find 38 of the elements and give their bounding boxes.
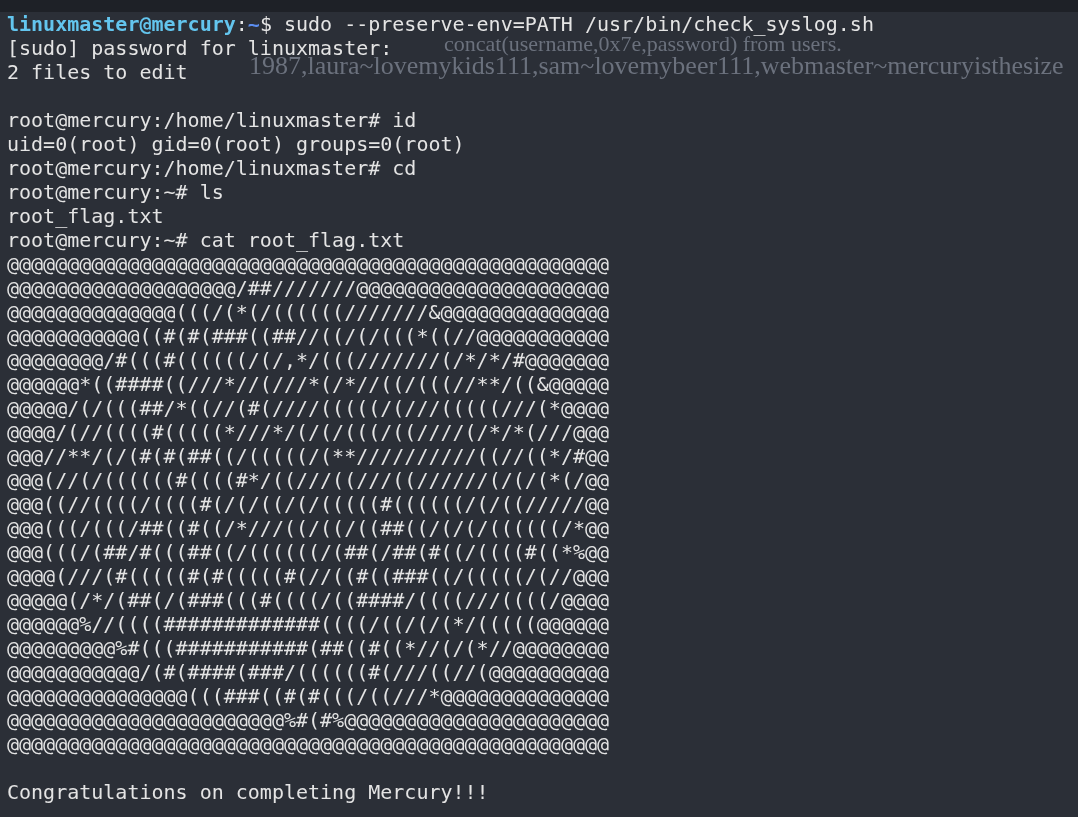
terminal-output-line: @@@@@@@@@@@@@@@@@@@/##///////@@@@@@@@@@@@@@@@@@@@@ xyxy=(7,276,610,300)
terminal-output-line: @@@@@/(/(((##/*((//(#(////(((((/(///(((((///(*@@@@ xyxy=(7,396,610,420)
terminal-output-line: @@@@(///(#(((((#(#(((((#(//((#((###((/(((((/(//@@@ xyxy=(7,564,610,588)
command-text: sudo --preserve-env=PATH /usr/bin/check_syslog.sh xyxy=(283,12,874,36)
terminal-output-line: @@@@@@@@/#(((#((((((/(/,*/(((///////(/*/*/#@@@@@@@ xyxy=(7,348,610,372)
prompt-user-host: linuxmaster@mercury xyxy=(7,12,236,36)
root-prompt: root@mercury:~# xyxy=(7,180,188,204)
terminal-output-line: @@@@/(//((((#(((((*///*/(/(/(((/((////(/*/*(///@@@ xyxy=(7,420,610,444)
root-prompt: root@mercury:~# xyxy=(7,228,188,252)
prompt-symbol: $ xyxy=(259,12,272,36)
prompt-separator: : xyxy=(235,12,248,36)
terminal-output-line: @@@@@@@@@@@@@@(((/(*(/((((((///////&@@@@@@@@@@@@@@ xyxy=(7,300,610,324)
terminal-output-line: @@@//**/(/(#(#(##((/(((((/(**//////////((//((*/#@@ xyxy=(7,444,610,468)
terminal-output-line: @@@@@@@@@@@/(#(####(###/((((((#(///((//(@@@@@@@@@@ xyxy=(7,660,610,684)
terminal-output-line: 2 files to edit xyxy=(7,60,188,84)
terminal-output-line: @@@@@@%//((((#############((((/((/(/(*/(((((@@@@@@ xyxy=(7,612,610,636)
terminal-output-line: @@@@@@@@@@@@@@@@@@@@@@@@@@@@@@@@@@@@@@@@@@@@@@@@@@ xyxy=(7,732,610,756)
terminal-output-line: @@@((//((((/((((#(/(/((/(/(((((#((((((/(/((/////@@ xyxy=(7,492,610,516)
command-text: cd xyxy=(392,156,417,180)
terminal-output-line: @@@(//(/((((((#((((#*/((///((///((//////(/(/(*(/@@ xyxy=(7,468,610,492)
command-text: ls xyxy=(199,180,224,204)
command-text: id xyxy=(392,108,417,132)
terminal-output-line: @@@@@@@@@@@@@@@(((###((#(#(((/((///*@@@@@@@@@@@@@@ xyxy=(7,684,610,708)
prompt-path: ~ xyxy=(247,12,260,36)
root-prompt: root@mercury:/home/linuxmaster# xyxy=(7,156,381,180)
terminal-output-line: @@@@@@@@@@@@@@@@@@@@@@@@@@@@@@@@@@@@@@@@@@@@@@@@@@ xyxy=(7,252,610,276)
terminal-output-line: @@@(((/(((/##((#((/*///((/((/((##((/(/(/((((((/*@@ xyxy=(7,516,610,540)
terminal-output-line: @@@@@@@@@@@((#(#(###((##//((/(/(((*((//@@@@@@@@@@@ xyxy=(7,324,610,348)
terminal-output-line: @@@@@@@@@%#(((###########(##((#((*//(/(*//@@@@@@@@ xyxy=(7,636,610,660)
command-text: cat root_flag.txt xyxy=(199,228,405,252)
terminal-output-line: uid=0(root) gid=0(root) groups=0(root) xyxy=(7,132,465,156)
terminal-output-line: root_flag.txt xyxy=(7,204,164,228)
terminal-output-line: Congratulations on completing Mercury!!! xyxy=(7,780,489,804)
terminal-output-line: @@@@@(/*/(##(/(###(((#((((/((####/((((///((((/@@@@ xyxy=(7,588,610,612)
terminal-output-line: @@@@@@*((####((///*//(///*(/*//((/(((//**/((&@@@@@ xyxy=(7,372,610,396)
root-prompt: root@mercury:/home/linuxmaster# xyxy=(7,108,381,132)
terminal-output-line: @@@@@@@@@@@@@@@@@@@@@@@%#(#%@@@@@@@@@@@@@@@@@@@@@@ xyxy=(7,708,610,732)
terminal-output-line: @@@(((/(##/#(((##((/((((((/(##(/##(#((/((((#((*%@@ xyxy=(7,540,610,564)
